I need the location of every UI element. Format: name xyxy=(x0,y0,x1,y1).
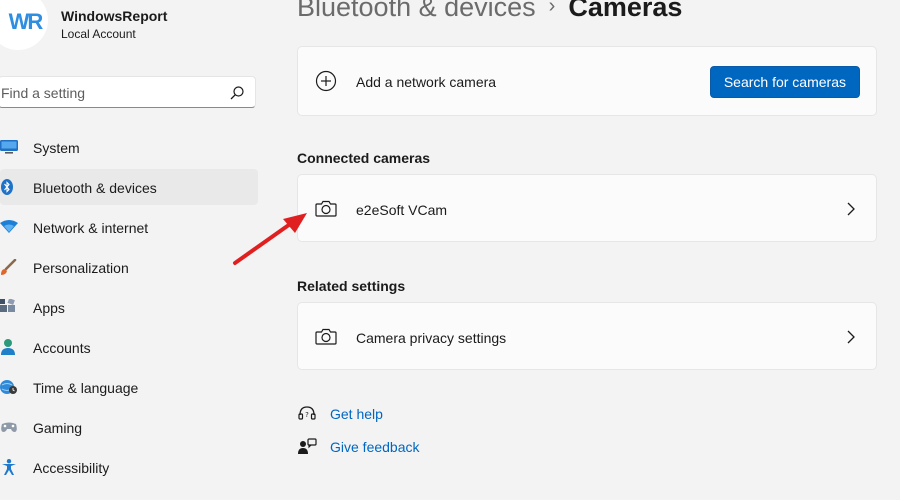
wifi-icon xyxy=(0,220,18,233)
accessibility-icon xyxy=(2,459,16,475)
sidebar-item-accessibility[interactable]: Accessibility xyxy=(0,449,258,485)
sidebar-item-label: Personalization xyxy=(33,260,129,276)
sidebar-item-network-internet[interactable]: Network & internet xyxy=(0,209,258,245)
page-title: Cameras xyxy=(568,0,683,22)
sidebar-item-system[interactable]: System xyxy=(0,129,258,165)
person-icon xyxy=(1,339,15,355)
sidebar: WR WindowsReport Local Account Find a se… xyxy=(0,0,270,500)
camera-privacy-row[interactable]: Camera privacy settings xyxy=(298,303,876,369)
avatar-logo: WR xyxy=(8,9,44,34)
breadcrumb: Bluetooth & devices › Cameras xyxy=(297,0,682,32)
search-placeholder: Find a setting xyxy=(1,85,86,101)
sidebar-item-label: Apps xyxy=(33,300,65,316)
connected-camera-card[interactable]: e2eSoft VCam xyxy=(297,174,877,242)
chevron-right-icon xyxy=(847,330,855,344)
sidebar-item-label: System xyxy=(33,140,80,156)
camera-privacy-card[interactable]: Camera privacy settings xyxy=(297,302,877,370)
search-for-cameras-button[interactable]: Search for cameras xyxy=(709,66,860,98)
sidebar-item-label: Accounts xyxy=(33,340,91,356)
get-help-link[interactable]: ? Get help xyxy=(297,402,383,426)
sidebar-item-label: Bluetooth & devices xyxy=(33,180,157,196)
give-feedback-link[interactable]: Give feedback xyxy=(297,435,420,459)
chevron-right-icon xyxy=(847,202,855,216)
user-profile[interactable]: WR WindowsReport Local Account xyxy=(0,0,270,60)
monitor-icon xyxy=(0,140,18,154)
sidebar-item-label: Accessibility xyxy=(33,460,110,476)
connected-cameras-heading: Connected cameras xyxy=(297,150,431,166)
plus-circle-icon xyxy=(315,70,337,92)
sidebar-item-label: Time & language xyxy=(33,380,139,396)
sidebar-item-personalization[interactable]: Personalization xyxy=(0,249,258,285)
sidebar-item-label: Network & internet xyxy=(33,220,149,236)
camera-name: e2eSoft VCam xyxy=(356,202,448,218)
camera-icon xyxy=(315,328,337,345)
sidebar-nav: System Bluetooth & devices Network & int… xyxy=(0,129,258,489)
sidebar-item-bluetooth-devices[interactable]: Bluetooth & devices xyxy=(0,169,258,205)
profile-name: WindowsReport xyxy=(61,8,168,24)
camera-icon xyxy=(315,200,337,217)
search-icon[interactable] xyxy=(229,85,245,101)
sidebar-item-gaming[interactable]: Gaming xyxy=(0,409,258,445)
add-camera-card: Add a network camera Search for cameras xyxy=(297,46,877,116)
help-headset-icon: ? xyxy=(298,406,316,420)
apps-icon xyxy=(0,299,15,312)
bluetooth-icon xyxy=(1,179,13,195)
sidebar-item-apps[interactable]: Apps xyxy=(0,289,258,325)
camera-privacy-label: Camera privacy settings xyxy=(356,330,507,346)
breadcrumb-parent[interactable]: Bluetooth & devices xyxy=(297,0,536,22)
give-feedback-label[interactable]: Give feedback xyxy=(330,439,420,455)
get-help-label[interactable]: Get help xyxy=(330,406,383,422)
brush-icon xyxy=(1,259,17,275)
globe-clock-icon xyxy=(0,380,17,394)
breadcrumb-separator: › xyxy=(548,0,556,17)
camera-row-e2esoft-vcam[interactable]: e2eSoft VCam xyxy=(298,175,876,241)
related-settings-heading: Related settings xyxy=(297,278,406,294)
feedback-icon xyxy=(298,438,317,454)
add-camera-row: Add a network camera Search for cameras xyxy=(298,47,876,115)
sidebar-item-label: Gaming xyxy=(33,420,83,436)
avatar: WR xyxy=(0,0,48,50)
sidebar-item-time-language[interactable]: Time & language xyxy=(0,369,258,405)
add-camera-label: Add a network camera xyxy=(356,74,497,90)
gamepad-icon xyxy=(1,422,17,432)
svg-text:?: ? xyxy=(305,411,309,419)
sidebar-item-accounts[interactable]: Accounts xyxy=(0,329,258,365)
search-input[interactable]: Find a setting xyxy=(0,76,256,108)
profile-account-type: Local Account xyxy=(61,27,136,41)
